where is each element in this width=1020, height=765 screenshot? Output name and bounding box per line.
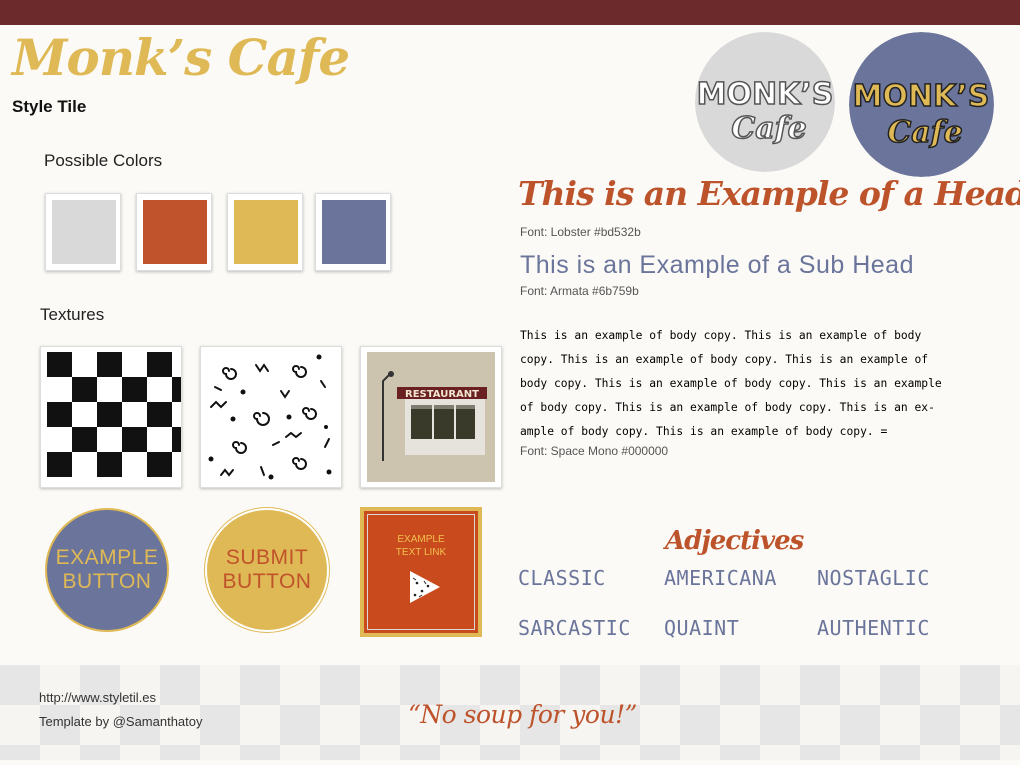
colors-section-label: Possible Colors — [44, 151, 163, 170]
subhead-example-text: This is an Example of a Sub Head — [520, 251, 914, 279]
header-example-text: This is an Example of a Header — [518, 174, 1020, 213]
brand-title: Monk’s Cafe — [12, 28, 350, 87]
style-tile-label: Style Tile — [12, 97, 87, 116]
submit-button[interactable]: SUBMIT BUTTON — [205, 508, 329, 632]
body-copy-line: body copy. This is an example of body co… — [520, 377, 942, 390]
subhead-font-note: Font: Armata #6b759b — [520, 284, 639, 298]
body-copy-line: This is an example of body copy. This is… — [520, 329, 922, 342]
adjective-item: QUAINT — [664, 616, 740, 640]
restaurant-sign-texture: RESTAURANT — [360, 346, 502, 488]
svg-text:MONK’S: MONK’S — [697, 77, 834, 112]
play-icon — [410, 571, 440, 603]
checkerboard-texture — [40, 346, 182, 488]
adjective-item: AUTHENTIC — [817, 616, 930, 640]
text-link-label-line2: TEXT LINK — [395, 547, 447, 558]
footer-url-link[interactable]: http://www.styletil.es — [39, 690, 156, 705]
body-copy-line: copy. This is an example of body copy. T… — [520, 353, 929, 366]
body-copy-line: ample of body copy. This is an example o… — [520, 425, 888, 438]
svg-text:Cafe: Cafe — [887, 115, 962, 150]
body-copy-line: of body copy. This is an example of body… — [520, 401, 935, 414]
submit-button-label-line1: SUBMIT — [225, 546, 309, 569]
svg-text:MONK’S: MONK’S — [853, 79, 990, 114]
adjective-item: AMERICANA — [664, 566, 777, 590]
text-link-label: EXAMPLE TEXT LINK — [364, 533, 478, 559]
example-button-label-line1: EXAMPLE — [55, 546, 159, 569]
squiggle-pattern-texture — [200, 346, 342, 488]
body-font-note: Font: Space Mono #000000 — [520, 444, 669, 458]
header-font-note: Font: Lobster #bd532b — [520, 225, 641, 239]
color-swatch-gray — [45, 193, 121, 271]
example-button-label: EXAMPLE BUTTON — [52, 546, 162, 594]
example-button-label-line2: BUTTON — [62, 570, 152, 593]
submit-button-label-line2: BUTTON — [222, 570, 312, 593]
color-swatch-rust — [136, 193, 212, 271]
logo-color-variant: MONK’S Cafe — [849, 32, 994, 177]
text-link-label-line1: EXAMPLE — [397, 534, 445, 545]
example-button[interactable]: EXAMPLE BUTTON — [45, 508, 169, 632]
logo-light-variant: MONK’S Cafe — [695, 32, 835, 172]
top-bar — [0, 0, 1020, 25]
color-swatch-slate — [315, 193, 391, 271]
submit-button-label: SUBMIT BUTTON — [212, 546, 322, 594]
footer-credit: Template by @Samanthatoy — [39, 714, 203, 729]
textures-section-label: Textures — [40, 305, 105, 324]
svg-text:Cafe: Cafe — [731, 111, 806, 146]
svg-text:RESTAURANT: RESTAURANT — [405, 389, 479, 400]
footer-quote: “No soup for you!” — [408, 700, 637, 729]
adjective-item: SARCASTIC — [518, 616, 631, 640]
adjective-item: CLASSIC — [518, 566, 606, 590]
color-swatch-gold — [227, 193, 303, 271]
body-copy-example: This is an example of body copy. This is… — [520, 324, 980, 444]
adjectives-title: Adjectives — [665, 526, 804, 556]
example-text-link[interactable]: EXAMPLE TEXT LINK — [360, 507, 482, 637]
adjective-item: NOSTAGLIC — [817, 566, 930, 590]
